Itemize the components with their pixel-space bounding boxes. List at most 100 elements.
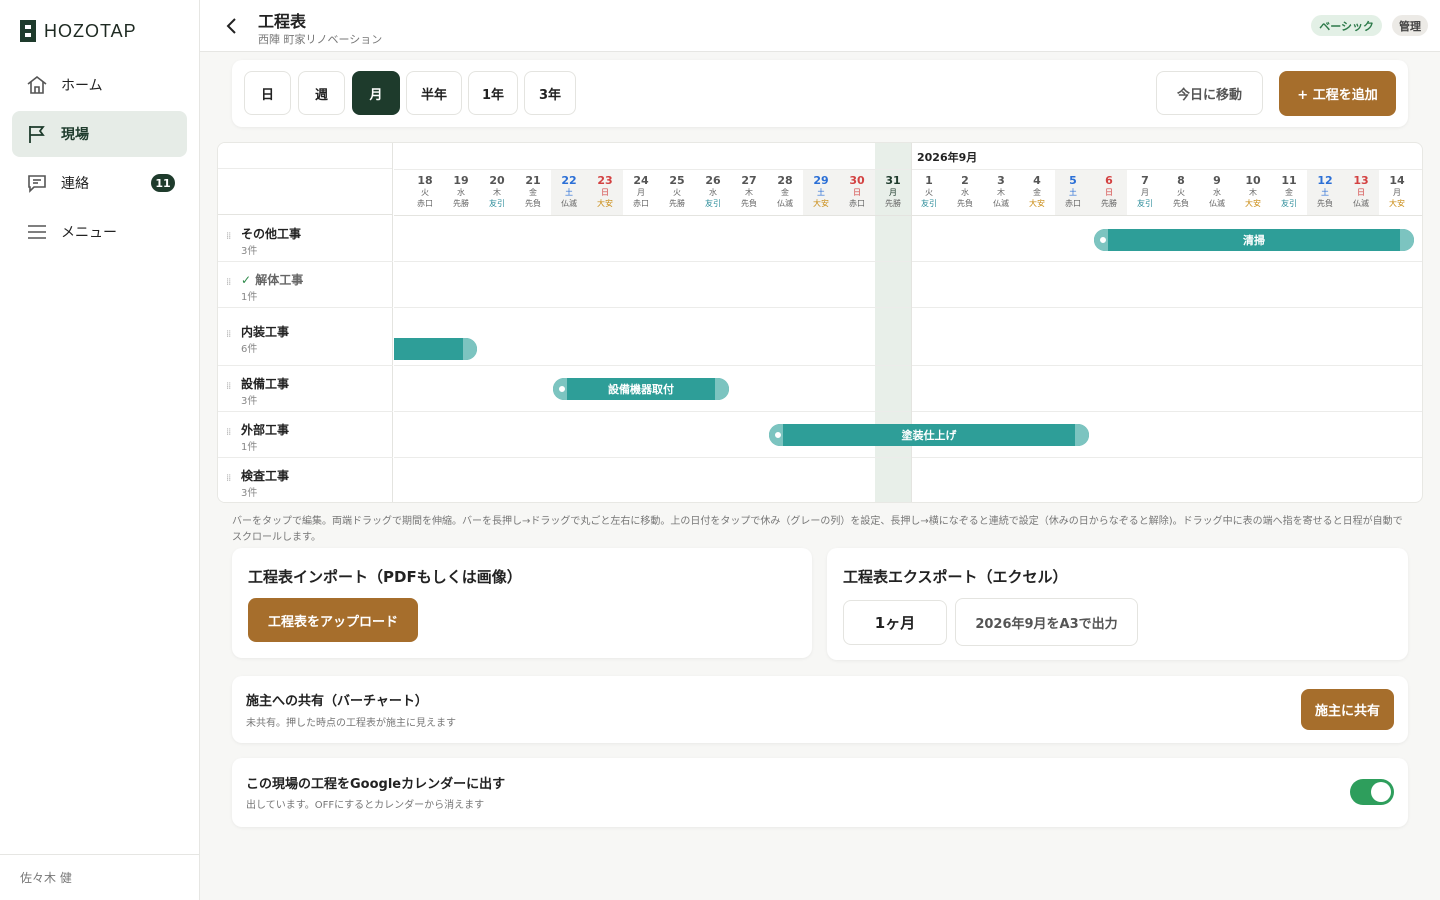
day-header[interactable]: 30 日赤口 <box>839 174 875 209</box>
day-header[interactable]: 7 月友引 <box>1127 174 1163 209</box>
day-number: 4 <box>1033 174 1041 187</box>
share-with-client-button[interactable]: 施主に共有 <box>1301 689 1394 730</box>
upload-schedule-button[interactable]: 工程表をアップロード <box>248 598 418 642</box>
day-header[interactable]: 12 土先負 <box>1307 174 1343 209</box>
day-header[interactable]: 10 木大安 <box>1235 174 1271 209</box>
range-3year-button[interactable]: 3年 <box>524 71 576 115</box>
day-header[interactable]: 3 木仏滅 <box>983 174 1019 209</box>
sidebar-item-label: メニュー <box>61 225 117 241</box>
rokuyo: 友引 <box>489 199 505 208</box>
day-header[interactable]: 24 月赤口 <box>623 174 659 209</box>
range-month-button[interactable]: 月 <box>352 71 400 115</box>
weekday: 木 <box>493 188 501 197</box>
row-name: 設備工事 <box>241 377 290 391</box>
gantt-row-demolition[interactable]: ⁞⁞ ✓ 解体工事 1件 <box>218 262 393 308</box>
rokuyo: 先勝 <box>669 199 685 208</box>
bar-end-handle[interactable] <box>715 378 729 400</box>
day-header[interactable]: 23 日大安 <box>587 174 623 209</box>
day-header[interactable]: 8 火先負 <box>1163 174 1199 209</box>
day-header[interactable]: 21 金先負 <box>515 174 551 209</box>
rokuyo: 友引 <box>1137 199 1153 208</box>
day-header[interactable]: 6 日先勝 <box>1091 174 1127 209</box>
day-header[interactable]: 18 火赤口 <box>407 174 443 209</box>
schedule-bar[interactable] <box>394 338 477 360</box>
logo[interactable]: HOZOTAP <box>20 20 137 42</box>
day-number: 25 <box>669 174 685 187</box>
bar-end-handle[interactable] <box>1400 229 1414 251</box>
bar-end-handle[interactable] <box>1075 424 1089 446</box>
export-excel-button[interactable]: 2026年9月をA3で出力 <box>955 598 1138 646</box>
gcal-title: この現場の工程をGoogleカレンダーに出す <box>246 777 506 792</box>
bar-end-handle[interactable] <box>463 338 477 360</box>
day-header[interactable]: 2 水先負 <box>947 174 983 209</box>
sidebar-item-label: 現場 <box>61 127 89 143</box>
site-name: 西陣 町家リノベーション <box>258 33 383 46</box>
toggle-knob <box>1371 782 1391 802</box>
user-name[interactable]: 佐々木 健 <box>0 854 200 900</box>
rokuyo: 先勝 <box>885 199 901 208</box>
schedule-bar[interactable]: 清掃 <box>1094 229 1414 251</box>
day-header[interactable]: 20 木友引 <box>479 174 515 209</box>
day-header[interactable]: 25 火先勝 <box>659 174 695 209</box>
day-header[interactable]: 4 金大安 <box>1019 174 1055 209</box>
rokuyo: 仏滅 <box>777 199 793 208</box>
drag-handle-icon[interactable]: ⁞⁞ <box>226 232 236 242</box>
gantt-row-equipment[interactable]: ⁞⁞ 設備工事 3件 <box>218 366 393 412</box>
day-header[interactable]: 29 土大安 <box>803 174 839 209</box>
gantt-row-inspection[interactable]: ⁞⁞ 検査工事 3件 <box>218 458 393 502</box>
day-header[interactable]: 9 水仏滅 <box>1199 174 1235 209</box>
day-number: 24 <box>633 174 649 187</box>
drag-handle-icon[interactable]: ⁞⁞ <box>226 382 236 392</box>
day-number: 6 <box>1105 174 1113 187</box>
schedule-bar[interactable]: 塗装仕上げ <box>769 424 1089 446</box>
unread-badge: 11 <box>151 174 175 192</box>
day-header[interactable]: 5 土赤口 <box>1055 174 1091 209</box>
sidebar-item-menu[interactable]: メニュー <box>12 209 187 255</box>
rokuyo: 友引 <box>921 199 937 208</box>
sidebar-item-home[interactable]: ホーム <box>12 62 187 108</box>
rokuyo: 友引 <box>705 199 721 208</box>
day-header[interactable]: 22 土仏滅 <box>551 174 587 209</box>
gcal-toggle[interactable] <box>1350 779 1394 805</box>
day-number: 18 <box>417 174 433 187</box>
day-header[interactable]: 31 月先勝 <box>875 174 911 209</box>
sidebar-item-messages[interactable]: 連絡 11 <box>12 160 187 206</box>
gantt-timeline[interactable]: 18 火赤口 19 水先勝 20 木友引 21 金先負 22 土仏滅 23 日大安 24 月赤口 25 火先勝… <box>394 143 1422 502</box>
range-halfyear-button[interactable]: 半年 <box>406 71 462 115</box>
day-number: 13 <box>1353 174 1369 187</box>
day-header[interactable]: 11 金友引 <box>1271 174 1307 209</box>
range-1year-button[interactable]: 1年 <box>468 71 518 115</box>
add-task-button[interactable]: + 工程を追加 <box>1279 71 1396 116</box>
day-header[interactable]: 27 木先負 <box>731 174 767 209</box>
drag-handle-icon[interactable]: ⁞⁞ <box>226 428 236 438</box>
day-header[interactable]: 13 日仏滅 <box>1343 174 1379 209</box>
day-number: 31 <box>885 174 901 187</box>
day-number: 14 <box>1389 174 1405 187</box>
day-number: 23 <box>597 174 613 187</box>
day-header[interactable]: 1 火友引 <box>911 174 947 209</box>
range-day-button[interactable]: 日 <box>244 71 291 115</box>
day-header[interactable]: 28 金仏滅 <box>767 174 803 209</box>
day-header[interactable]: 26 水友引 <box>695 174 731 209</box>
drag-handle-icon[interactable]: ⁞⁞ <box>226 278 236 288</box>
chevron-left-icon <box>226 18 236 34</box>
schedule-bar[interactable]: 設備機器取付 <box>553 378 729 400</box>
weekday: 月 <box>1393 188 1401 197</box>
drag-handle-icon[interactable]: ⁞⁞ <box>226 474 236 484</box>
day-header[interactable]: 14 月大安 <box>1379 174 1415 209</box>
go-today-button[interactable]: 今日に移動 <box>1156 71 1263 115</box>
sidebar-item-sites[interactable]: 現場 <box>12 111 187 157</box>
page-header: 工程表 西陣 町家リノベーション ベーシック 管理 <box>200 0 1440 52</box>
drag-handle-icon[interactable]: ⁞⁞ <box>226 330 236 340</box>
day-header[interactable]: 19 水先勝 <box>443 174 479 209</box>
range-week-button[interactable]: 週 <box>298 71 345 115</box>
gantt-row-other[interactable]: ⁞⁞ その他工事 3件 <box>218 216 393 262</box>
gantt-row-interior[interactable]: ⁞⁞ 内装工事 6件 <box>218 308 393 366</box>
rokuyo: 先負 <box>1317 199 1333 208</box>
weekday: 木 <box>1249 188 1257 197</box>
export-period-select[interactable]: 1ヶ月 <box>843 600 947 645</box>
gantt-row-exterior[interactable]: ⁞⁞ 外部工事 1件 <box>218 412 393 458</box>
weekday: 水 <box>1213 188 1221 197</box>
weekday: 火 <box>925 188 933 197</box>
back-button[interactable] <box>222 14 242 38</box>
